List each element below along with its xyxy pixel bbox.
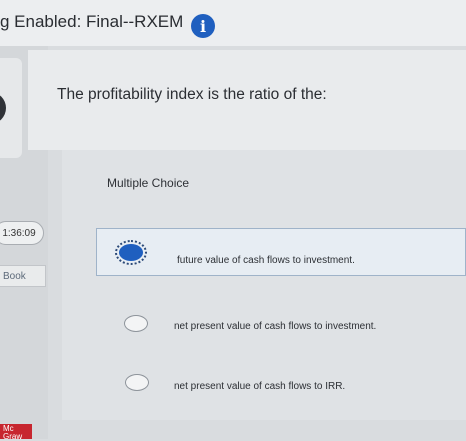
- radio-unselected-icon[interactable]: [125, 374, 149, 391]
- choice-text: net present value of cash flows to inves…: [174, 321, 377, 332]
- ebook-button[interactable]: Book: [0, 265, 46, 287]
- timer: 1:36:09: [0, 221, 44, 245]
- multiple-choice-label: Multiple Choice: [107, 176, 190, 190]
- radio-unselected-icon[interactable]: [124, 315, 148, 332]
- choice-option-3[interactable]: net present value of cash flows to IRR.: [96, 368, 466, 408]
- mcgraw-logo: Mc Graw: [0, 424, 32, 441]
- choice-text: net present value of cash flows to IRR.: [174, 381, 346, 392]
- top-bar: g Enabled: Final--RXEM i: [0, 0, 466, 46]
- radio-selected-icon[interactable]: [115, 240, 147, 265]
- info-icon[interactable]: i: [191, 14, 215, 38]
- choice-option-1[interactable]: future value of cash flows to investment…: [96, 228, 466, 276]
- choice-text: future value of cash flows to investment…: [177, 255, 355, 266]
- choice-option-2[interactable]: net present value of cash flows to inves…: [96, 306, 466, 346]
- page-title: g Enabled: Final--RXEM: [0, 12, 184, 31]
- question-text: The profitability index is the ratio of …: [57, 86, 327, 103]
